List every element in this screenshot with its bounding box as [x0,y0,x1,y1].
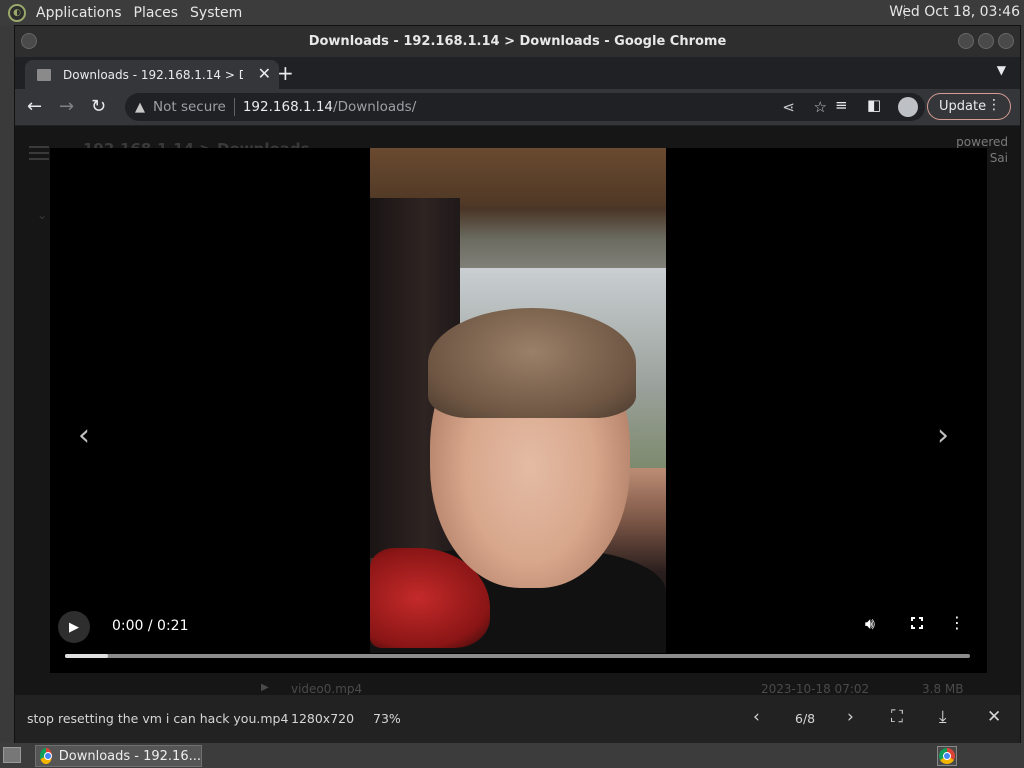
applications-menu[interactable]: Applications [34,5,124,21]
tab-search-chevron-icon[interactable]: ▼ [997,63,1006,77]
tab-strip: Downloads - 192.168.1.14 > Do ✕ + ▼ [15,57,1020,89]
viewer-filename: stop resetting the vm i can hack you.mp4 [27,711,289,726]
window-title: Downloads - 192.168.1.14 > Downloads - G… [308,34,727,49]
reload-icon[interactable]: ↻ [91,96,106,117]
play-file-icon: ▶ [261,682,269,693]
update-label: Update [939,99,987,114]
places-menu[interactable]: Places [132,5,181,21]
show-desktop-icon[interactable] [3,747,21,763]
minimize-button[interactable] [958,33,974,49]
media-queue-icon[interactable]: ≡ [835,96,848,114]
update-button[interactable]: Update ⋮ [927,93,1011,120]
forward-arrow-icon[interactable]: → [59,96,74,117]
url-host[interactable]: 192.168.1.14 [243,99,333,115]
maximize-button[interactable] [978,33,994,49]
side-panel-icon[interactable]: ◧ [867,96,881,114]
back-arrow-icon[interactable]: ← [27,96,42,117]
chrome-logo-icon [40,748,52,764]
folder-icon [37,68,51,81]
close-window-button[interactable] [998,33,1014,49]
desktop-top-panel: ◐ Applications Places System Wed Oct 18,… [0,0,1024,25]
tray-chrome-icon[interactable] [937,746,957,766]
tab-close-icon[interactable]: ✕ [258,64,271,83]
video-controls: ▶ 0:00 / 0:21 🔊︎ ⋮ [50,603,987,673]
new-tab-button[interactable]: + [277,61,294,85]
video-hair [428,308,636,418]
close-viewer-icon[interactable]: ✕ [987,707,1001,727]
video-frame[interactable] [370,148,666,653]
browser-toolbar: ← → ↻ ▲ Not secure 192.168.1.14/Download… [15,89,1020,125]
video-progress-bar[interactable] [65,654,970,658]
share-icon[interactable]: ⋖ [782,98,795,116]
tab-downloads[interactable]: Downloads - 192.168.1.14 > Do ✕ [25,60,279,89]
video-time: 0:00 / 0:21 [112,618,189,634]
desktop-bottom-panel: Downloads - 192.16... [0,743,1024,768]
taskbar-chrome-window[interactable]: Downloads - 192.16... [35,745,202,767]
panel-clock[interactable]: Wed Oct 18, 03:46 [889,4,1020,20]
url-path[interactable]: /Downloads/ [333,99,416,115]
item-counter: 6/8 [795,711,816,726]
chrome-window: Downloads - 192.168.1.14 > Downloads - G… [14,25,1021,743]
page-content: 192.168.1.14 > Downloads ⌄ powered Sai ‹… [15,126,1020,743]
file-size: 3.8 MB [922,682,964,696]
window-titlebar[interactable]: Downloads - 192.168.1.14 > Downloads - G… [15,26,1020,57]
video-progress-fill [65,654,108,658]
hamburger-menu-icon[interactable] [29,146,49,160]
address-bar[interactable]: ▲ Not secure 192.168.1.14/Downloads/ ⋖ ☆ [125,93,925,121]
previous-arrow-icon[interactable]: ‹ [78,418,90,453]
video-viewer[interactable]: ‹ › ▶ 0:00 / 0:21 🔊︎ ⋮ [50,148,987,673]
viewer-zoom: 73% [373,711,401,726]
file-date: 2023-10-18 07:02 [761,682,870,696]
next-arrow-icon[interactable]: › [937,418,949,453]
not-secure-label[interactable]: Not secure [153,99,226,115]
volume-icon[interactable]: 🔊︎ [865,614,875,634]
fullscreen-icon[interactable] [910,616,924,630]
distro-logo-icon[interactable]: ◐ [8,3,26,22]
omnibox-separator [233,98,235,116]
profile-avatar[interactable] [898,97,918,117]
video-more-icon[interactable]: ⋮ [949,613,965,632]
play-button[interactable]: ▶ [58,611,90,643]
chevron-down-icon[interactable]: ⌄ [37,208,47,222]
viewer-resolution: 1280x720 [291,711,355,726]
next-item-icon[interactable]: › [847,707,854,727]
download-icon[interactable]: ⤓ [939,707,947,727]
tab-title: Downloads - 192.168.1.14 > Do [63,67,243,82]
previous-item-icon[interactable]: ‹ [753,707,760,727]
viewer-bottom-bar: stop resetting the vm i can hack you.mp4… [15,695,1020,743]
taskbar-window-label: Downloads - 192.16... [58,748,201,764]
window-menu-button[interactable] [21,33,37,49]
fullscreen-viewer-icon[interactable]: ⛶ [891,707,903,727]
chrome-logo-icon [939,748,955,764]
system-menu[interactable]: System [188,5,244,21]
kebab-menu-icon[interactable]: ⋮ [987,97,1001,113]
file-name[interactable]: video0.mp4 [291,682,362,696]
warning-triangle-icon[interactable]: ▲ [135,100,145,115]
bookmark-star-icon[interactable]: ☆ [814,98,827,116]
